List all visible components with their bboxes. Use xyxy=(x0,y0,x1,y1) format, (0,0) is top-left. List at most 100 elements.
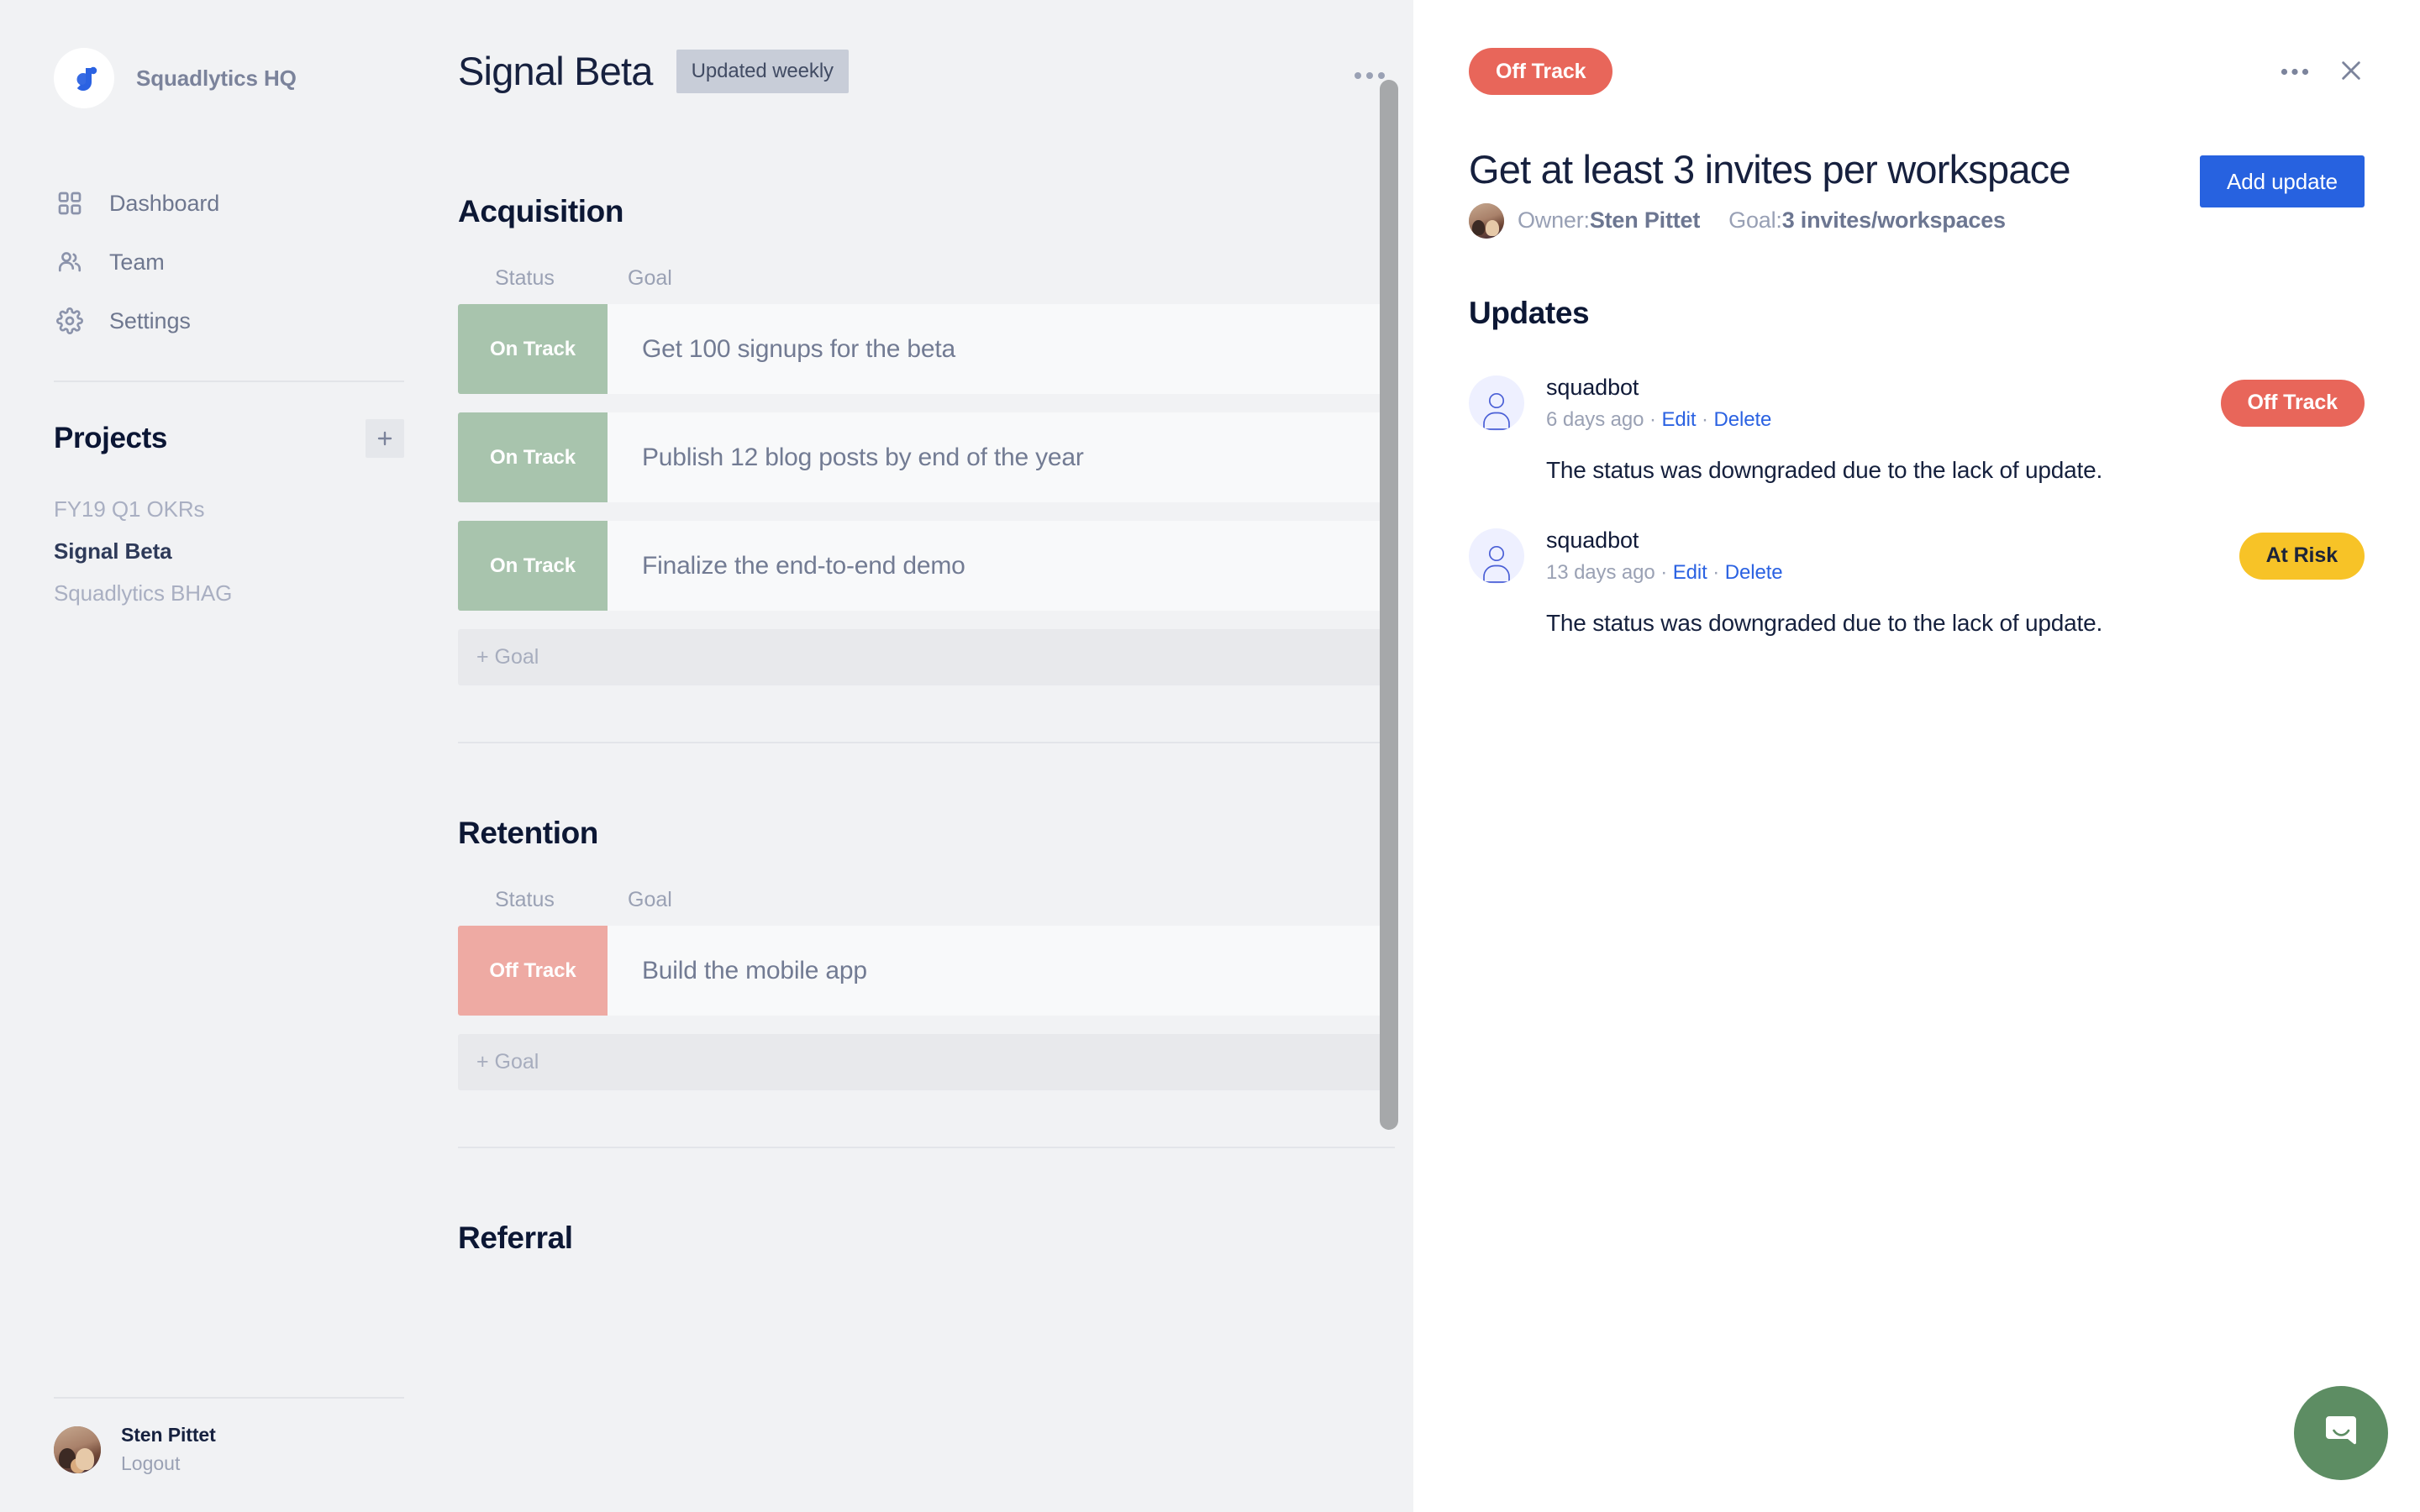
update-status-pill[interactable]: At Risk xyxy=(2238,532,2365,580)
update-status-pill[interactable]: Off Track xyxy=(2220,379,2365,427)
section-divider xyxy=(458,1147,1395,1148)
app-root: Squadlytics HQ Dashboard Team Settings P… xyxy=(0,0,2420,1512)
owner-avatar xyxy=(1469,202,1504,239)
avatar xyxy=(54,1425,101,1473)
meta-separator: · xyxy=(1702,407,1708,431)
sidebar-item-label: Dashboard xyxy=(109,190,220,216)
meta-separator: · xyxy=(1649,407,1656,431)
plus-icon xyxy=(375,428,395,449)
status-badge: Updated weekly xyxy=(676,49,849,93)
owner-label: Owner: xyxy=(1518,207,1590,234)
page-title: Signal Beta xyxy=(458,49,653,93)
sidebar-item-settings[interactable]: Settings xyxy=(54,291,404,350)
table-row[interactable]: Off Track Build the mobile app xyxy=(458,926,1395,1016)
project-item-signal-beta[interactable]: Signal Beta xyxy=(54,530,404,572)
update-author: squadbot xyxy=(1546,527,1639,553)
projects-header: Projects xyxy=(54,419,404,458)
project-list: FY19 Q1 OKRs Signal Beta Squadlytics BHA… xyxy=(54,488,404,614)
update-meta: 6 days ago · Edit · Delete xyxy=(1546,408,2221,432)
main-header: Signal Beta Updated weekly xyxy=(458,0,1395,94)
sidebar-nav: Dashboard Team Settings xyxy=(54,174,404,350)
goal-label: Build the mobile app xyxy=(608,926,1395,1016)
list-item: squadbot 13 days ago · Edit · Delete At … xyxy=(1469,528,2365,637)
detail-toolbar: Off Track xyxy=(1469,0,2365,95)
status-badge[interactable]: On Track xyxy=(458,521,608,611)
column-headers: Status Goal xyxy=(458,888,1395,926)
sidebar-divider xyxy=(54,381,404,382)
sidebar: Squadlytics HQ Dashboard Team Settings P… xyxy=(0,0,458,1512)
meta-separator: · xyxy=(1660,560,1668,584)
scrollbar[interactable] xyxy=(1380,0,1398,1512)
add-project-button[interactable] xyxy=(366,419,404,458)
add-update-button[interactable]: Add update xyxy=(2199,155,2365,207)
status-badge[interactable]: Off Track xyxy=(458,926,608,1016)
project-item-fy19-q1-okrs[interactable]: FY19 Q1 OKRs xyxy=(54,488,404,530)
update-meta: 13 days ago · Edit · Delete xyxy=(1546,561,2239,585)
table-row[interactable]: On Track Finalize the end-to-end demo xyxy=(458,521,1395,611)
status-badge[interactable]: On Track xyxy=(458,304,608,394)
delete-update-link[interactable]: Delete xyxy=(1725,561,1783,584)
bot-avatar-icon xyxy=(1469,375,1524,431)
meta-separator: · xyxy=(1712,560,1720,584)
detail-header: Get at least 3 invites per workspace Own… xyxy=(1469,147,2365,239)
goal-label: Get 100 signups for the beta xyxy=(608,304,1395,394)
table-row[interactable]: On Track Get 100 signups for the beta xyxy=(458,304,1395,394)
goal-meta: Owner: Sten Pittet Goal: 3 invites/works… xyxy=(1469,202,2070,239)
section-referral: Referral xyxy=(458,1221,1395,1256)
squadlytics-logo xyxy=(54,48,114,108)
goal-value-label: Goal: xyxy=(1728,207,1782,234)
goal-label: Publish 12 blog posts by end of the year xyxy=(608,412,1395,502)
sidebar-item-label: Settings xyxy=(109,307,191,333)
logout-link[interactable]: Logout xyxy=(121,1452,216,1475)
main-panel: Signal Beta Updated weekly Acquisition S… xyxy=(458,0,1413,1512)
section-retention: Retention Status Goal Off Track Build th… xyxy=(458,816,1395,1148)
brand-name: Squadlytics HQ xyxy=(136,65,297,91)
projects-title: Projects xyxy=(54,422,167,454)
status-badge[interactable]: On Track xyxy=(458,412,608,502)
edit-update-link[interactable]: Edit xyxy=(1662,408,1697,431)
intercom-launcher-button[interactable] xyxy=(2294,1386,2388,1480)
list-item: squadbot 6 days ago · Edit · Delete Off … xyxy=(1469,375,2365,484)
project-item-squadlytics-bhag[interactable]: Squadlytics BHAG xyxy=(54,572,404,614)
goal-title: Get at least 3 invites per workspace xyxy=(1469,147,2071,192)
column-header-status: Status xyxy=(495,266,555,290)
table-row[interactable]: On Track Publish 12 blog posts by end of… xyxy=(458,412,1395,502)
sidebar-item-dashboard[interactable]: Dashboard xyxy=(54,174,404,233)
update-time: 6 days ago xyxy=(1546,407,1644,431)
edit-update-link[interactable]: Edit xyxy=(1673,561,1707,584)
update-author: squadbot xyxy=(1546,374,1639,400)
scrollbar-thumb[interactable] xyxy=(1380,80,1398,1130)
column-header-status: Status xyxy=(495,888,555,911)
detail-actions xyxy=(2281,57,2365,87)
owner-name: Sten Pittet xyxy=(1589,207,1701,234)
updates-title: Updates xyxy=(1469,295,1590,330)
column-header-goal: Goal xyxy=(628,266,672,290)
gear-icon xyxy=(54,305,86,337)
bot-avatar-icon xyxy=(1469,528,1524,584)
column-header-goal: Goal xyxy=(628,888,672,911)
section-title: Retention xyxy=(458,816,599,850)
goal-status-pill[interactable]: Off Track xyxy=(1469,48,1613,95)
update-time: 13 days ago xyxy=(1546,560,1655,584)
add-goal-button[interactable]: + Goal xyxy=(458,629,1395,685)
detail-menu-button[interactable] xyxy=(2281,66,2309,78)
section-divider xyxy=(458,742,1395,743)
add-goal-button[interactable]: + Goal xyxy=(458,1034,1395,1090)
update-body: The status was downgraded due to the lac… xyxy=(1546,609,2103,636)
delete-update-link[interactable]: Delete xyxy=(1714,408,1772,431)
user-block: Sten Pittet Logout xyxy=(54,1397,404,1512)
close-icon xyxy=(2338,57,2365,87)
section-title: Referral xyxy=(458,1221,573,1255)
goal-value: 3 invites/workspaces xyxy=(1781,207,2006,234)
ellipsis-icon xyxy=(2281,66,2309,78)
section-acquisition: Acquisition Status Goal On Track Get 100… xyxy=(458,194,1395,743)
sidebar-item-team[interactable]: Team xyxy=(54,233,404,291)
chat-bubble-icon xyxy=(2317,1409,2365,1458)
detail-panel: Off Track Get at least 3 invites per wor… xyxy=(1413,0,2420,1512)
column-headers: Status Goal xyxy=(458,266,1395,304)
section-title: Acquisition xyxy=(458,194,624,228)
close-detail-button[interactable] xyxy=(2338,57,2365,87)
user-row[interactable]: Sten Pittet Logout xyxy=(54,1399,404,1512)
brand[interactable]: Squadlytics HQ xyxy=(54,0,404,108)
people-icon xyxy=(54,246,86,278)
